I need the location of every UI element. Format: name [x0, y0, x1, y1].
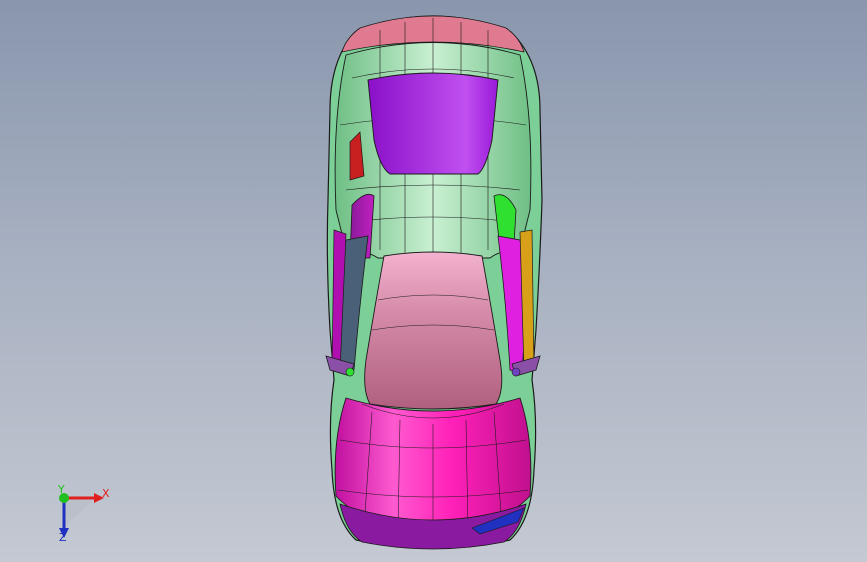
x-axis-label: X: [102, 487, 110, 500]
graphics-viewport[interactable]: X Y Z: [0, 0, 867, 562]
car-body-model[interactable]: [0, 0, 867, 562]
sunroof-panel: [367, 72, 499, 175]
left-mirror-pivot: [345, 367, 355, 377]
y-axis-label: Y: [58, 483, 65, 496]
z-axis-label: Z: [59, 531, 67, 544]
rear-window-panel: [364, 251, 503, 410]
reference-triad: X Y Z: [40, 478, 120, 548]
right-mirror-pivot: [511, 367, 521, 377]
